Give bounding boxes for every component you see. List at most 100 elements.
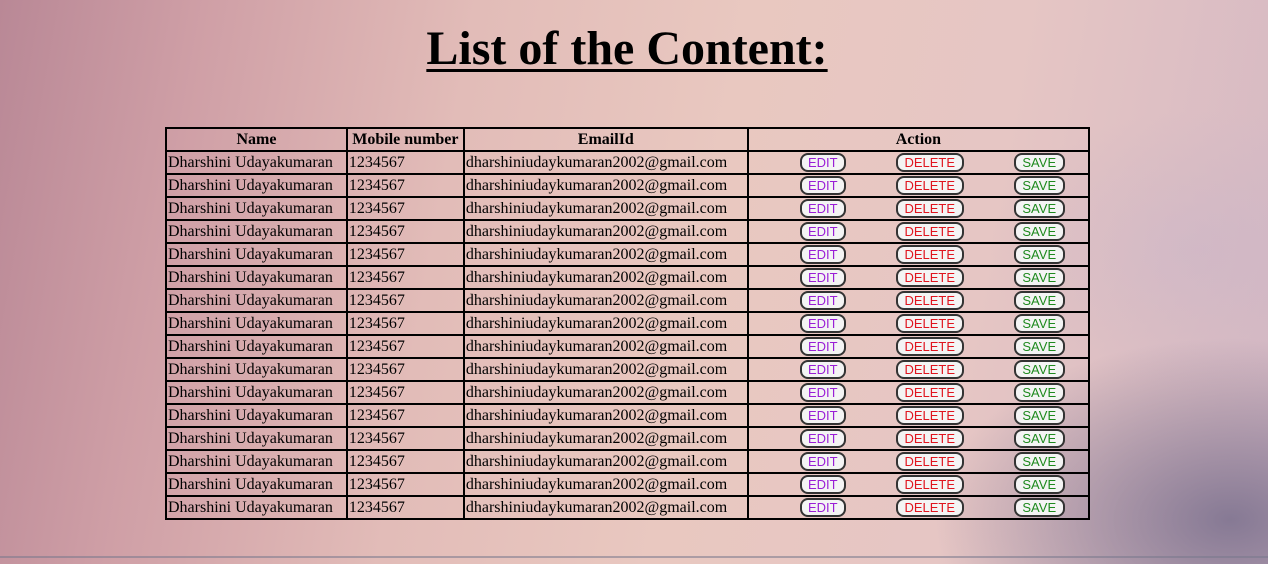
delete-button[interactable]: DELETE: [895, 268, 964, 287]
table-body: Dharshini Udayakumaran 1234567 dharshiniud…: [165, 150, 1091, 520]
delete-button[interactable]: DELETE: [895, 429, 964, 448]
page-divider: [0, 556, 1268, 558]
delete-button[interactable]: DELETE: [895, 337, 964, 356]
cell-action: EDIT DELETE SAVE: [746, 219, 1091, 244]
delete-button[interactable]: DELETE: [895, 498, 964, 517]
row-actions: EDIT DELETE SAVE: [749, 221, 1088, 242]
save-button[interactable]: SAVE: [1013, 176, 1065, 195]
row-actions: EDIT DELETE SAVE: [749, 497, 1088, 518]
edit-button[interactable]: EDIT: [799, 268, 846, 287]
cell-name: Dharshini Udayakumaran: [165, 150, 348, 175]
cell-mobile-number: 1234567: [345, 196, 465, 221]
cell-email-id: dharshiniudaykumaran2002@gmail.com: [462, 288, 749, 313]
save-button[interactable]: SAVE: [1013, 268, 1065, 287]
cell-mobile-number: 1234567: [345, 288, 465, 313]
edit-button[interactable]: EDIT: [799, 498, 846, 517]
cell-mobile-number: 1234567: [345, 449, 465, 474]
save-button[interactable]: SAVE: [1013, 452, 1065, 471]
row-actions: EDIT DELETE SAVE: [749, 198, 1088, 219]
cell-name: Dharshini Udayakumaran: [165, 380, 348, 405]
cell-name: Dharshini Udayakumaran: [165, 265, 348, 290]
delete-button[interactable]: DELETE: [895, 383, 964, 402]
table-row: Dharshini Udayakumaran 1234567 dharshiniud…: [165, 242, 1091, 267]
edit-button[interactable]: EDIT: [799, 314, 846, 333]
edit-button[interactable]: EDIT: [799, 199, 846, 218]
save-button[interactable]: SAVE: [1013, 498, 1065, 517]
delete-button[interactable]: DELETE: [895, 291, 964, 310]
cell-mobile-number: 1234567: [345, 311, 465, 336]
delete-button[interactable]: DELETE: [895, 245, 964, 264]
edit-button[interactable]: EDIT: [799, 429, 846, 448]
table-row: Dharshini Udayakumaran 1234567 dharshiniud…: [165, 265, 1091, 290]
header-name: Name: [165, 127, 348, 152]
save-button[interactable]: SAVE: [1013, 199, 1065, 218]
edit-button[interactable]: EDIT: [799, 360, 846, 379]
cell-email-id: dharshiniudaykumaran2002@gmail.com: [462, 495, 749, 520]
row-actions: EDIT DELETE SAVE: [749, 359, 1088, 380]
delete-button[interactable]: DELETE: [895, 452, 964, 471]
save-button[interactable]: SAVE: [1013, 314, 1065, 333]
save-button[interactable]: SAVE: [1013, 383, 1065, 402]
edit-button[interactable]: EDIT: [799, 291, 846, 310]
table-row: Dharshini Udayakumaran 1234567 dharshiniud…: [165, 426, 1091, 451]
delete-button[interactable]: DELETE: [895, 406, 964, 425]
cell-action: EDIT DELETE SAVE: [746, 403, 1091, 428]
cell-action: EDIT DELETE SAVE: [746, 380, 1091, 405]
cell-mobile-number: 1234567: [345, 403, 465, 428]
save-button[interactable]: SAVE: [1013, 153, 1065, 172]
save-button[interactable]: SAVE: [1013, 222, 1065, 241]
cell-mobile-number: 1234567: [345, 242, 465, 267]
page-title: List of the Content:: [426, 22, 828, 75]
cell-action: EDIT DELETE SAVE: [746, 472, 1091, 497]
save-button[interactable]: SAVE: [1013, 291, 1065, 310]
row-actions: EDIT DELETE SAVE: [749, 175, 1088, 196]
row-actions: EDIT DELETE SAVE: [749, 290, 1088, 311]
cell-mobile-number: 1234567: [345, 150, 465, 175]
save-button[interactable]: SAVE: [1013, 406, 1065, 425]
cell-action: EDIT DELETE SAVE: [746, 449, 1091, 474]
cell-name: Dharshini Udayakumaran: [165, 426, 348, 451]
save-button[interactable]: SAVE: [1013, 475, 1065, 494]
cell-name: Dharshini Udayakumaran: [165, 196, 348, 221]
delete-button[interactable]: DELETE: [895, 176, 964, 195]
edit-button[interactable]: EDIT: [799, 245, 846, 264]
cell-email-id: dharshiniudaykumaran2002@gmail.com: [462, 357, 749, 382]
edit-button[interactable]: EDIT: [799, 452, 846, 471]
edit-button[interactable]: EDIT: [799, 337, 846, 356]
delete-button[interactable]: DELETE: [895, 153, 964, 172]
row-actions: EDIT DELETE SAVE: [749, 244, 1088, 265]
header-email-id: EmailId: [462, 127, 749, 152]
edit-button[interactable]: EDIT: [799, 222, 846, 241]
table-row: Dharshini Udayakumaran 1234567 dharshiniud…: [165, 196, 1091, 221]
edit-button[interactable]: EDIT: [799, 475, 846, 494]
cell-email-id: dharshiniudaykumaran2002@gmail.com: [462, 173, 749, 198]
save-button[interactable]: SAVE: [1013, 337, 1065, 356]
edit-button[interactable]: EDIT: [799, 383, 846, 402]
delete-button[interactable]: DELETE: [895, 314, 964, 333]
delete-button[interactable]: DELETE: [895, 360, 964, 379]
cell-mobile-number: 1234567: [345, 265, 465, 290]
cell-mobile-number: 1234567: [345, 219, 465, 244]
row-actions: EDIT DELETE SAVE: [749, 152, 1088, 173]
delete-button[interactable]: DELETE: [895, 475, 964, 494]
cell-email-id: dharshiniudaykumaran2002@gmail.com: [462, 265, 749, 290]
cell-email-id: dharshiniudaykumaran2002@gmail.com: [462, 334, 749, 359]
cell-name: Dharshini Udayakumaran: [165, 334, 348, 359]
save-button[interactable]: SAVE: [1013, 429, 1065, 448]
cell-mobile-number: 1234567: [345, 495, 465, 520]
edit-button[interactable]: EDIT: [799, 153, 846, 172]
delete-button[interactable]: DELETE: [895, 222, 964, 241]
header-mobile-number: Mobile number: [345, 127, 465, 152]
edit-button[interactable]: EDIT: [799, 406, 846, 425]
edit-button[interactable]: EDIT: [799, 176, 846, 195]
table-row: Dharshini Udayakumaran 1234567 dharshiniud…: [165, 288, 1091, 313]
save-button[interactable]: SAVE: [1013, 245, 1065, 264]
save-button[interactable]: SAVE: [1013, 360, 1065, 379]
row-actions: EDIT DELETE SAVE: [749, 405, 1088, 426]
cell-name: Dharshini Udayakumaran: [165, 357, 348, 382]
cell-mobile-number: 1234567: [345, 173, 465, 198]
row-actions: EDIT DELETE SAVE: [749, 451, 1088, 472]
cell-name: Dharshini Udayakumaran: [165, 449, 348, 474]
table-row: Dharshini Udayakumaran 1234567 dharshiniud…: [165, 380, 1091, 405]
delete-button[interactable]: DELETE: [895, 199, 964, 218]
